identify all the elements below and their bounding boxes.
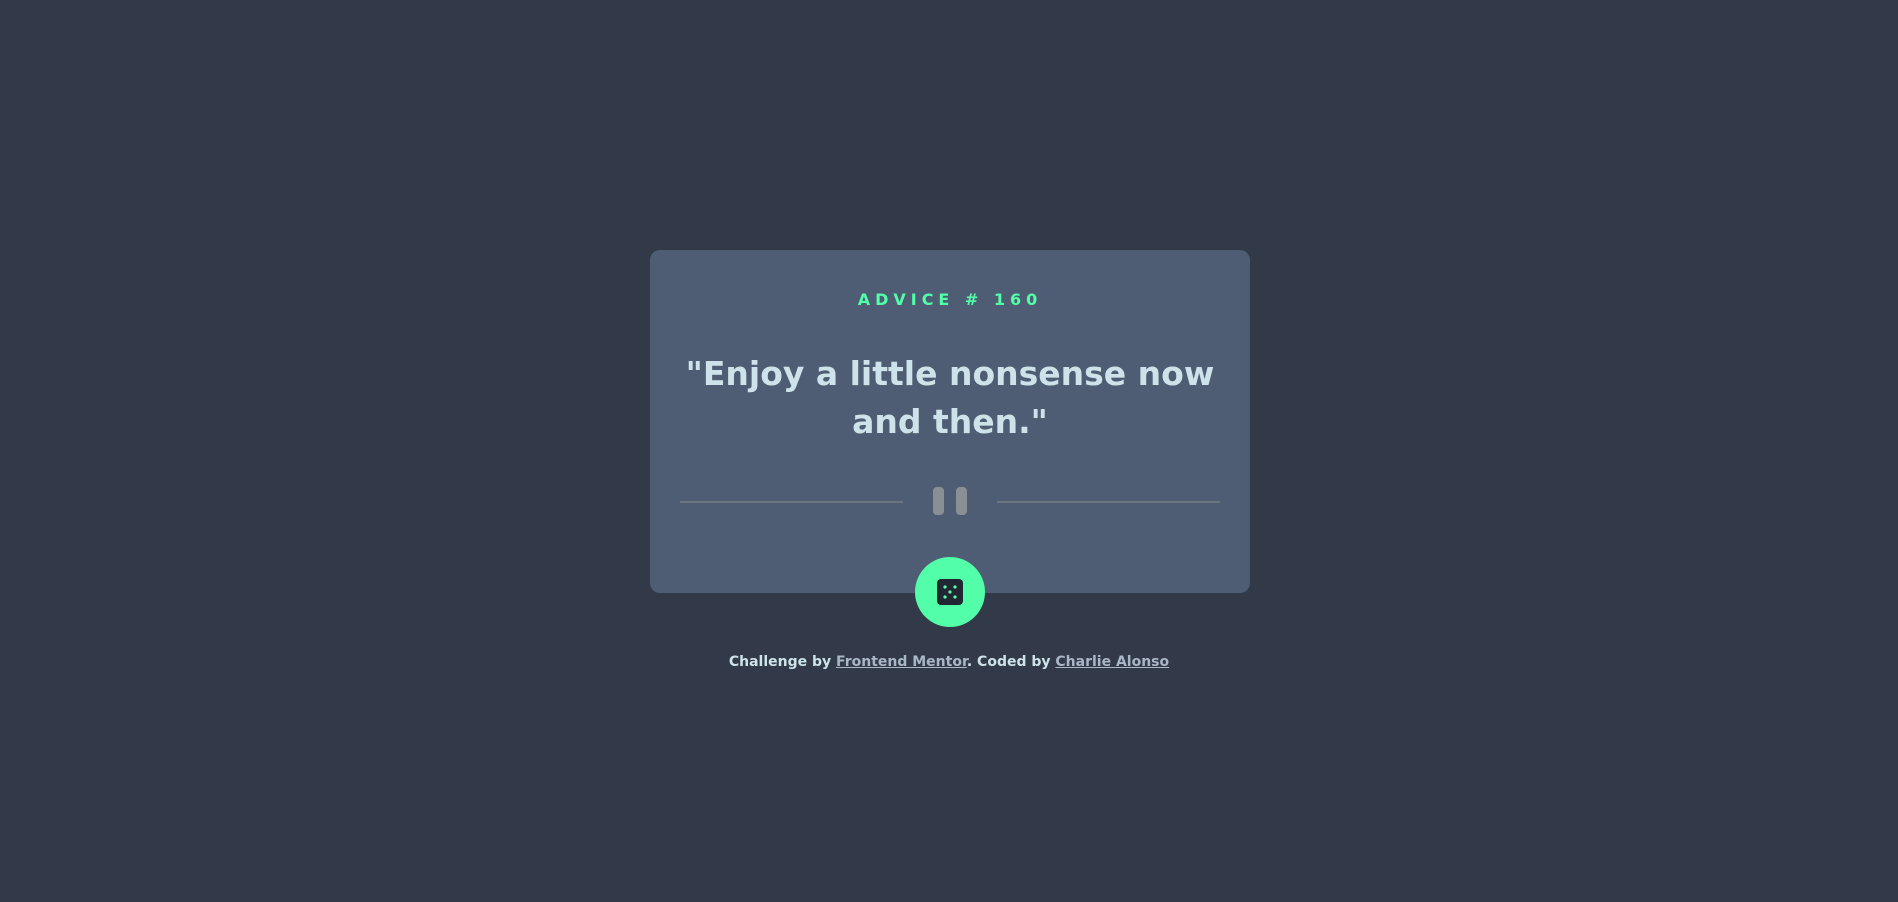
pause-bar-left	[933, 487, 944, 515]
pattern-divider	[680, 487, 1220, 515]
divider-line-right	[997, 501, 1220, 503]
footer-prefix: Challenge by	[728, 654, 832, 670]
author-link[interactable]: Charlie Alonso	[1055, 654, 1169, 670]
advice-id: ADVICE # 160	[857, 290, 1043, 309]
frontend-mentor-link[interactable]: Frontend Mentor	[836, 654, 967, 670]
advice-card: ADVICE # 160 "Enjoy a little nonsense no…	[650, 250, 1250, 627]
new-advice-button[interactable]	[915, 557, 985, 627]
dice-icon	[937, 579, 963, 605]
attribution-footer: Challenge by Frontend Mentor. Coded by C…	[0, 654, 1898, 670]
divider-line-left	[680, 501, 903, 503]
pause-icon	[931, 487, 969, 515]
advice-quote: "Enjoy a little nonsense now and then."	[685, 354, 1215, 441]
footer-middle: . Coded by	[966, 654, 1051, 670]
pause-bar-right	[956, 487, 967, 515]
